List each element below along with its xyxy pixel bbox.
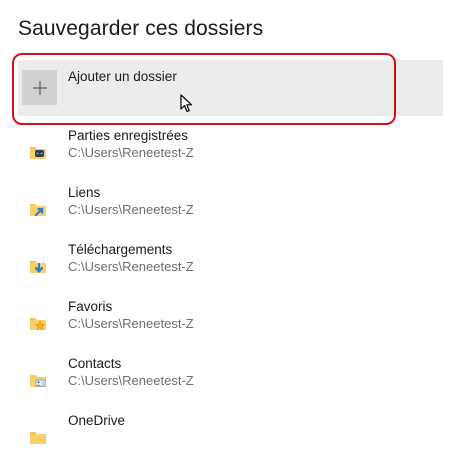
onedrive-folder-icon xyxy=(30,432,46,444)
folder-name: Contacts xyxy=(68,356,122,371)
folder-path: C:\Users\Reneetest-Z xyxy=(68,316,194,331)
saved-games-folder-icon xyxy=(30,147,46,159)
folder-item-downloads[interactable]: Téléchargements C:\Users\Reneetest-Z xyxy=(18,242,438,286)
folder-item-onedrive[interactable]: OneDrive xyxy=(18,413,438,457)
folder-name: OneDrive xyxy=(68,413,126,428)
links-folder-icon xyxy=(30,204,46,217)
folder-name: Favoris xyxy=(68,299,113,314)
plus-icon xyxy=(22,70,57,105)
folder-name: Liens xyxy=(68,185,101,200)
contacts-folder-icon xyxy=(30,375,46,387)
folder-item-saved-games[interactable]: Parties enregistrées C:\Users\Reneetest-… xyxy=(18,128,438,172)
folder-item-favorites[interactable]: Favoris C:\Users\Reneetest-Z xyxy=(18,299,438,343)
add-folder-label: Ajouter un dossier xyxy=(68,69,177,84)
folder-item-links[interactable]: Liens C:\Users\Reneetest-Z xyxy=(18,185,438,229)
folder-path: C:\Users\Reneetest-Z xyxy=(68,202,194,217)
page-title: Sauvegarder ces dossiers xyxy=(18,17,264,40)
downloads-folder-icon xyxy=(30,261,46,273)
folder-item-contacts[interactable]: Contacts C:\Users\Reneetest-Z xyxy=(18,356,438,400)
folder-path: C:\Users\Reneetest-Z xyxy=(68,145,194,160)
folder-name: Téléchargements xyxy=(68,242,173,257)
favorites-folder-icon xyxy=(30,318,46,331)
folder-path: C:\Users\Reneetest-Z xyxy=(68,259,194,274)
add-folder-button[interactable]: Ajouter un dossier xyxy=(18,60,443,116)
folder-path: C:\Users\Reneetest-Z xyxy=(68,373,194,388)
folder-name: Parties enregistrées xyxy=(68,128,189,143)
mouse-cursor-icon xyxy=(180,94,193,113)
